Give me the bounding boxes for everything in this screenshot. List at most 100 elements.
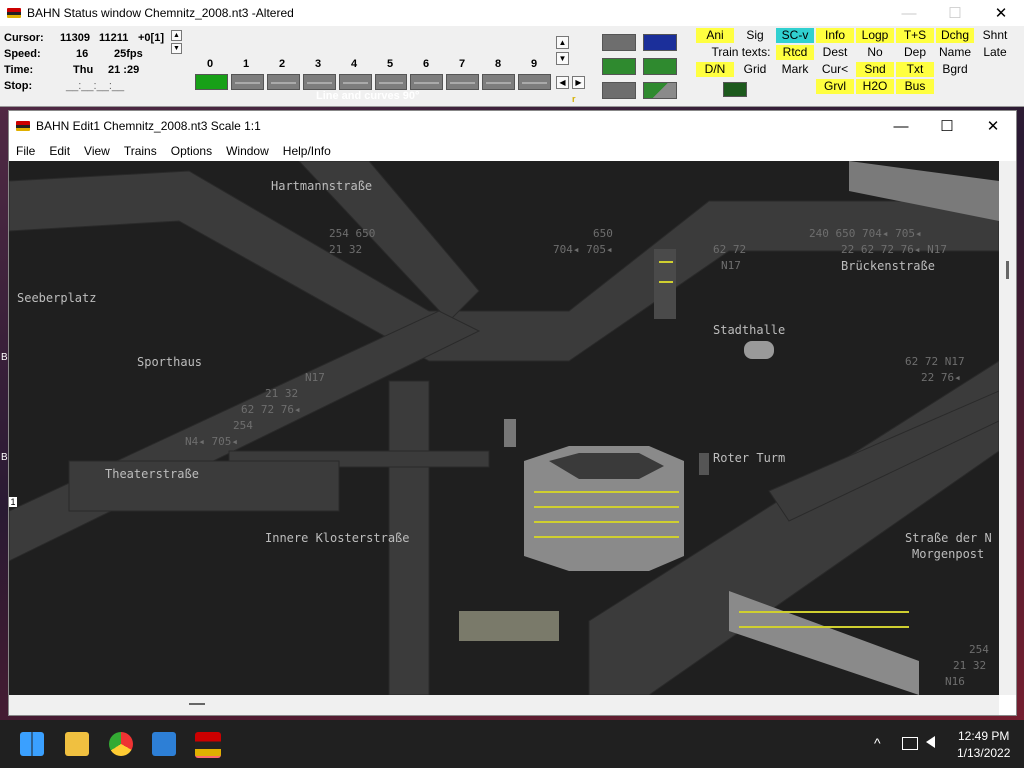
toggle-info[interactable]: Info [816, 28, 854, 43]
toggle-rtcd[interactable]: Rtcd [776, 45, 814, 60]
route-label: 240 650 704◂ 705◂ [809, 227, 922, 240]
toggle-logp[interactable]: Logp [856, 28, 894, 43]
menu-trains[interactable]: Trains [117, 144, 164, 158]
tile-slope[interactable] [643, 82, 677, 99]
track-type-1[interactable] [230, 74, 264, 90]
track-type-9[interactable] [518, 74, 552, 90]
speed-label: Speed: [4, 48, 41, 60]
route-label: 22 76◂ [921, 371, 961, 384]
bahn-taskbar-icon[interactable] [195, 732, 221, 758]
tile-blue-water[interactable] [643, 34, 677, 51]
tile-green-track[interactable] [602, 58, 636, 75]
horizontal-scrollbar[interactable] [9, 695, 999, 715]
menu-view[interactable]: View [77, 144, 117, 158]
tile-grey-flat[interactable] [602, 82, 636, 99]
toggle-h2o[interactable]: H2O [856, 79, 894, 94]
vertical-scroll-thumb[interactable] [1006, 261, 1009, 279]
silo-building [504, 419, 516, 447]
horizontal-scroll-thumb[interactable] [189, 703, 205, 705]
clock-date[interactable]: 1/13/2022 [957, 746, 1010, 760]
track-right-button[interactable]: ▶ [572, 76, 585, 89]
track-number-4: 4 [351, 58, 358, 70]
toggle-ani[interactable]: Ani [696, 28, 734, 43]
track-left-button[interactable]: ◀ [556, 76, 569, 89]
tile-grey-track[interactable] [602, 34, 636, 51]
vertical-scrollbar[interactable] [999, 161, 1016, 695]
track-number-7: 7 [459, 58, 466, 70]
clock-time[interactable]: 12:49 PM [958, 729, 1009, 743]
start-windows-icon[interactable] [20, 732, 44, 756]
maximize-button[interactable]: ☐ [932, 0, 978, 26]
toggle-mark[interactable]: Mark [776, 62, 814, 77]
cursor-marker: 1 [9, 497, 17, 507]
toggle-sc-v[interactable]: SC-v [776, 28, 814, 43]
tower-building [654, 249, 676, 319]
edit-window-title: BAHN Edit1 Chemnitz_2008.nt3 Scale 1:1 [36, 119, 261, 133]
menu-window[interactable]: Window [219, 144, 276, 158]
toggle-grid[interactable]: Grid [736, 62, 774, 77]
toggle-grvl[interactable]: Grvl [816, 79, 854, 94]
status-window-titlebar[interactable]: BAHN Status window Chemnitz_2008.nt3 -Al… [0, 0, 1024, 26]
toggle-txt[interactable]: Txt [896, 62, 934, 77]
edit-close-button[interactable]: ✕ [970, 111, 1016, 141]
spin-down-button[interactable]: ▼ [171, 43, 182, 54]
track-type-0[interactable] [195, 74, 228, 90]
tile-green-tree[interactable] [643, 58, 677, 75]
toggle-bgrd[interactable]: Bgrd [936, 62, 974, 77]
display-toggles: Ani Sig SC-v Info Logp T+S Dchg Shnt Tra… [696, 28, 1022, 94]
status-window-title: BAHN Status window Chemnitz_2008.nt3 -Al… [27, 6, 294, 20]
tray-chevron-icon[interactable]: ^ [874, 735, 881, 751]
menu-file[interactable]: File [9, 144, 42, 158]
toggle-late[interactable]: Late [976, 45, 1014, 60]
taskbar: ^ 12:49 PM 1/13/2022 [0, 720, 1024, 768]
toggle-cur[interactable]: Cur< [816, 62, 854, 77]
file-explorer-icon[interactable] [65, 732, 89, 756]
map-label-strasse-der-nationen: Straße der N [905, 531, 992, 545]
route-label: 254 650 [329, 227, 376, 240]
status-window: BAHN Status window Chemnitz_2008.nt3 -Al… [0, 0, 1024, 107]
track-number-1: 1 [243, 58, 250, 70]
toggle-sig[interactable]: Sig [736, 28, 774, 43]
minimize-button[interactable]: — [886, 0, 932, 26]
menu-options[interactable]: Options [164, 144, 219, 158]
track-type-4[interactable] [338, 74, 372, 90]
chrome-icon[interactable] [109, 732, 133, 756]
bahn-edit-app-icon [16, 121, 30, 131]
toggle-dest[interactable]: Dest [816, 45, 854, 60]
apartment-block-south [729, 591, 919, 695]
map-label-stadthalle: Stadthalle [713, 323, 786, 337]
menu-help-info[interactable]: Help/Info [276, 144, 338, 158]
toggle-dep[interactable]: Dep [896, 45, 934, 60]
train-texts-label: Train texts: [711, 45, 771, 59]
map-label-innere-klosterstrasse: Innere Klosterstraße [265, 531, 410, 545]
volume-icon[interactable] [926, 736, 935, 748]
route-label: N17 [721, 259, 741, 272]
track-type-3[interactable] [302, 74, 336, 90]
track-type-7[interactable] [446, 74, 480, 90]
toggle-dchg[interactable]: Dchg [936, 28, 974, 43]
menu-edit[interactable]: Edit [42, 144, 77, 158]
track-type-selector [195, 74, 552, 90]
toggle-snd[interactable]: Snd [856, 62, 894, 77]
store-icon[interactable] [152, 732, 176, 756]
track-type-6[interactable] [410, 74, 444, 90]
toggle-dn[interactable]: D/N [696, 62, 734, 77]
track-type-2[interactable] [266, 74, 300, 90]
toggle-bus[interactable]: Bus [896, 79, 934, 94]
track-type-5[interactable] [374, 74, 408, 90]
edit-window-titlebar[interactable]: BAHN Edit1 Chemnitz_2008.nt3 Scale 1:1 —… [9, 111, 1016, 141]
toggle-name[interactable]: Name [936, 45, 974, 60]
r-marker: r [572, 94, 576, 104]
spin-up-button[interactable]: ▲ [171, 30, 182, 41]
toggle-t-s[interactable]: T+S [896, 28, 934, 43]
close-button[interactable]: ✕ [978, 0, 1024, 26]
toggle-no[interactable]: No [856, 45, 894, 60]
edit-minimize-button[interactable]: — [878, 111, 924, 141]
track-up-button[interactable]: ▲ [556, 36, 569, 49]
edit-maximize-button[interactable]: ☐ [924, 111, 970, 141]
toggle-shnt[interactable]: Shnt [976, 28, 1014, 43]
track-down-button[interactable]: ▼ [556, 52, 569, 65]
network-icon[interactable] [902, 737, 918, 750]
map-canvas[interactable]: Hartmannstraße Seeberplatz Sporthaus The… [9, 161, 999, 695]
track-type-8[interactable] [482, 74, 516, 90]
